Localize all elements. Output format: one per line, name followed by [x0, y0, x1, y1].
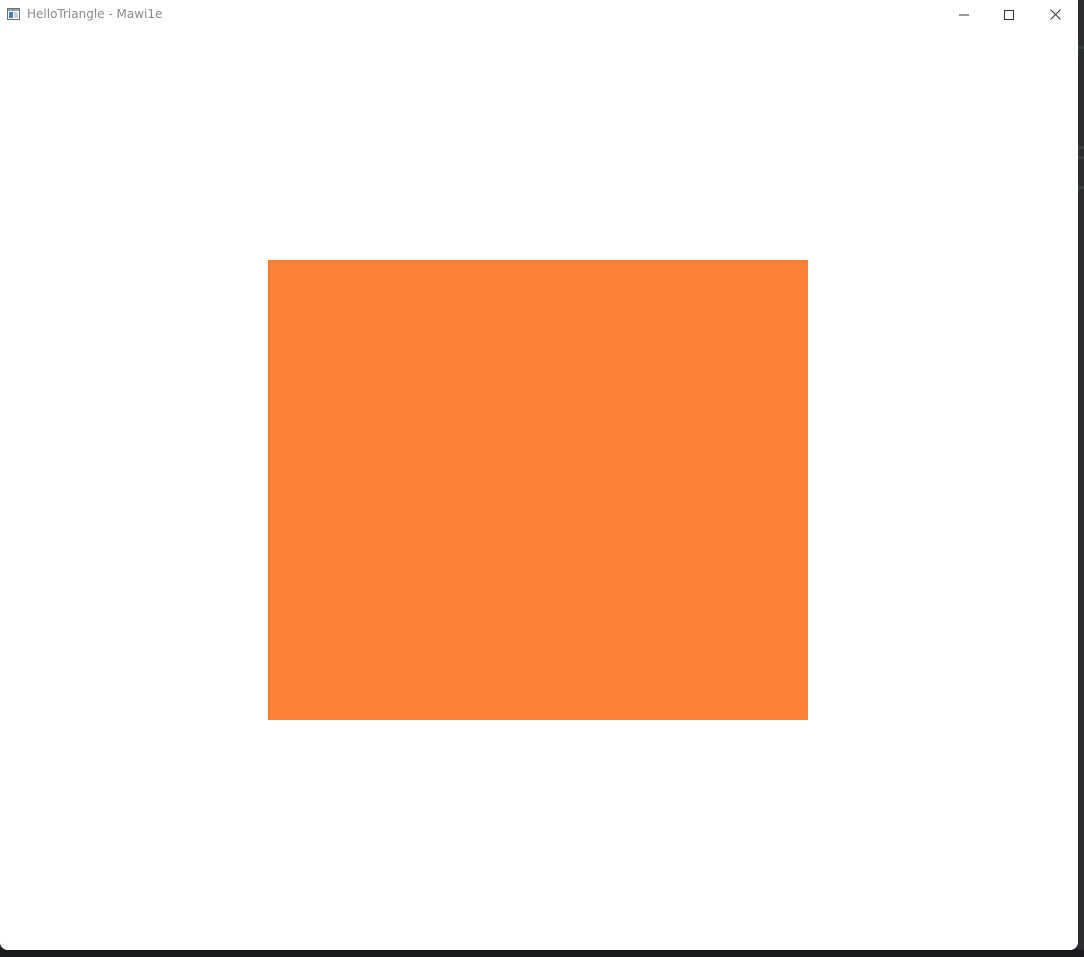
- window-app-icon: [7, 8, 20, 20]
- taskbar-edge: [0, 950, 1084, 957]
- maximize-button[interactable]: [986, 0, 1032, 29]
- maximize-icon: [1004, 9, 1014, 20]
- window-title: HelloTriangle - Mawi1e: [27, 7, 163, 21]
- rendered-orange-quad: [268, 260, 808, 720]
- render-viewport[interactable]: [0, 29, 1078, 950]
- title-bar[interactable]: HelloTriangle - Mawi1e: [0, 0, 1078, 29]
- desktop-background: [1078, 0, 1084, 957]
- desktop-background: [1078, 186, 1084, 189]
- close-button[interactable]: [1032, 0, 1078, 29]
- desktop-background: [1078, 46, 1084, 49]
- close-icon: [1049, 9, 1061, 20]
- desktop-background: [1078, 156, 1084, 159]
- minimize-icon: [959, 14, 969, 15]
- desktop-background: [1078, 146, 1084, 149]
- app-window: HelloTriangle - Mawi1e: [0, 0, 1078, 950]
- minimize-button[interactable]: [941, 0, 987, 29]
